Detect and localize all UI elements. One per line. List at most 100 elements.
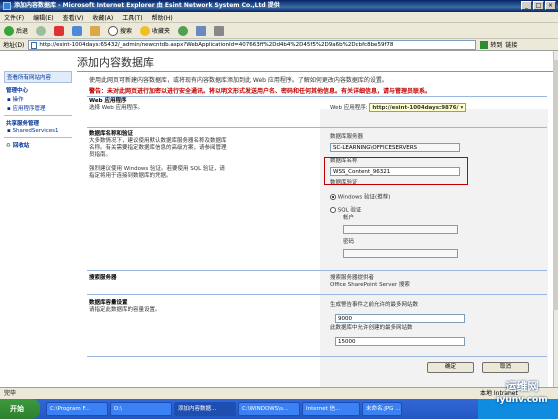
db-title: 数据库名称和验证: [89, 131, 134, 137]
windows-auth-option[interactable]: Windows 验证(推荐): [330, 194, 390, 202]
forward-arrow-icon: [36, 25, 47, 36]
go-arrow-icon[interactable]: [480, 40, 489, 49]
menu-tools[interactable]: 工具(T): [122, 13, 142, 22]
mail-button[interactable]: [196, 25, 207, 36]
refresh-button[interactable]: [72, 25, 83, 36]
db-server-input[interactable]: SC-LEARNING\OFFICESERVERS: [330, 143, 460, 152]
page-description: 使用此网页可新建内容数据库，或将现有内容数据库添加到此 Web 应用程序。了解如…: [89, 77, 388, 84]
watermark: 运维网 iyunv.com: [488, 380, 556, 414]
webapp-title: Web 应用程序: [89, 98, 127, 104]
menu-favorites[interactable]: 收藏(A): [92, 13, 113, 22]
refresh-icon: [72, 25, 83, 36]
central-admin-link[interactable]: 管理中心: [4, 86, 72, 94]
task-button[interactable]: C:\Program F...: [46, 402, 108, 416]
recycle-bin-link[interactable]: ♻ 回收站: [4, 141, 72, 149]
menu-help[interactable]: 帮助(H): [152, 13, 173, 22]
password-label: 密码: [343, 239, 355, 245]
password-input[interactable]: [343, 249, 458, 258]
search-section-text: 搜索服务器: [89, 275, 259, 282]
scrollbar-thumb[interactable]: [553, 60, 558, 310]
windows-auth-radio[interactable]: [330, 194, 336, 200]
app-management-link[interactable]: ▪ 应用程序管理: [4, 104, 72, 112]
taskbar-tasks: C:\Program F... D:\ 添加内容数据... C:\WINDOWS…: [46, 402, 402, 416]
task-button[interactable]: C:\WINDOWS\s...: [238, 402, 300, 416]
cancel-button[interactable]: 取消: [482, 362, 529, 373]
nav-divider: [4, 137, 72, 138]
task-button[interactable]: 未命名.JPG ...: [362, 402, 402, 416]
maximize-button[interactable]: □: [533, 1, 544, 10]
address-input[interactable]: http://esint-1004days:65432/_admin/newcn…: [28, 39, 477, 50]
search-provider-block: 搜索服务器提供者 Office SharePoint Server 搜索: [330, 275, 410, 289]
section-divider: [87, 294, 547, 295]
section-divider: [87, 356, 547, 357]
window-title: 添加内容数据库 - Microsoft Internet Explorer 由 …: [14, 2, 280, 9]
stop-button[interactable]: [54, 25, 65, 36]
recycle-bin-label: 回收站: [12, 143, 30, 149]
task-button[interactable]: Internet 信...: [302, 402, 360, 416]
task-button[interactable]: 添加内容数据...: [174, 402, 236, 416]
minimize-button[interactable]: _: [521, 1, 532, 10]
menu-file[interactable]: 文件(F): [4, 13, 24, 22]
sql-auth-radio[interactable]: [330, 207, 336, 213]
search-label: 搜索: [120, 28, 133, 35]
db-desc2: 强烈建议使用 Windows 验证。若要使用 SQL 验证，请指定将用于连接到数…: [89, 166, 225, 179]
task-button[interactable]: D:\: [110, 402, 172, 416]
stop-icon: [54, 25, 65, 36]
print-button[interactable]: [214, 25, 225, 36]
webapp-label: Web 应用程序:: [330, 105, 368, 111]
search-icon: [108, 25, 119, 36]
operations-link[interactable]: ▪ 操作: [4, 95, 72, 103]
windows-auth-label: Windows 验证(推荐): [337, 194, 391, 201]
page-title: 添加内容数据库: [77, 56, 154, 69]
search-title: 搜索服务器: [89, 275, 117, 281]
status-bar: 完毕 本地 Intranet: [0, 387, 558, 399]
db-desc: 大多数情况下，建议使用默认数据库服务器名称及数据库名称。有关需要指定数据库信息的…: [89, 138, 227, 158]
ok-button[interactable]: 确定: [427, 362, 474, 373]
chevron-down-icon: ▾: [460, 105, 464, 111]
go-button[interactable]: 转到: [490, 40, 502, 49]
address-label: 地址(D): [3, 42, 25, 49]
warn-sites-label: 生成警告事件之前允许的最多网站数: [330, 302, 419, 308]
star-icon: [140, 25, 151, 36]
page-content: 添加内容数据库 查看所有网站内容 管理中心 ▪ 操作 ▪ 应用程序管理 共享服务…: [0, 51, 553, 387]
watermark-url: iyunv.com: [496, 395, 548, 405]
search-button[interactable]: 搜索: [108, 25, 133, 36]
recycle-bin-icon: ♻: [6, 143, 11, 149]
max-sites-input[interactable]: 15000: [335, 337, 465, 346]
app-management-label: 应用程序管理: [12, 106, 46, 112]
warn-sites-input[interactable]: 9000: [335, 314, 465, 323]
history-icon: [178, 25, 189, 36]
watermark-title: 运维网: [505, 380, 539, 393]
forward-button[interactable]: [36, 25, 47, 36]
menu-view[interactable]: 查看(V): [63, 13, 84, 22]
webapp-select[interactable]: http://esint-1004days:9876/ ▾: [369, 103, 467, 112]
capacity-section-text: 数据库容量设置 请指定此数据库的容量设置。: [89, 300, 259, 314]
sql-auth-label: SQL 验证: [337, 207, 362, 214]
shared-services-link[interactable]: ▪ SharedServices1: [4, 128, 72, 134]
favorites-button[interactable]: 收藏夹: [140, 25, 171, 36]
webapp-desc: 选择 Web 应用程序。: [89, 105, 143, 111]
left-navigation: 查看所有网站内容 管理中心 ▪ 操作 ▪ 应用程序管理 共享服务管理 ▪ Sha…: [4, 71, 72, 191]
section-divider: [87, 270, 547, 271]
sql-auth-option[interactable]: SQL 验证: [330, 207, 361, 215]
home-button[interactable]: [90, 25, 101, 36]
favorites-label: 收藏夹: [152, 28, 171, 35]
highlight-box: [324, 157, 468, 185]
menu-edit[interactable]: 编辑(E): [33, 13, 53, 22]
capacity-title: 数据库容量设置: [89, 300, 128, 306]
back-arrow-icon: [4, 25, 14, 36]
back-button[interactable]: 后退: [4, 25, 28, 36]
account-input[interactable]: [343, 225, 458, 234]
section-divider: [87, 127, 547, 128]
history-button[interactable]: [178, 25, 189, 36]
address-url: http://esint-1004days:65432/_admin/newcn…: [39, 41, 394, 48]
view-all-link[interactable]: 查看所有网站内容: [4, 71, 72, 83]
db-server-label: 数据库服务器: [330, 134, 364, 140]
close-button[interactable]: ×: [545, 1, 556, 10]
mail-icon: [196, 25, 207, 36]
links-button[interactable]: 链接: [505, 40, 517, 49]
operations-label: 操作: [12, 97, 24, 103]
shared-services-header[interactable]: 共享服务管理: [4, 119, 72, 127]
toolbar: 后退 搜索 收藏夹: [0, 23, 558, 39]
start-button[interactable]: 开始: [0, 399, 40, 419]
